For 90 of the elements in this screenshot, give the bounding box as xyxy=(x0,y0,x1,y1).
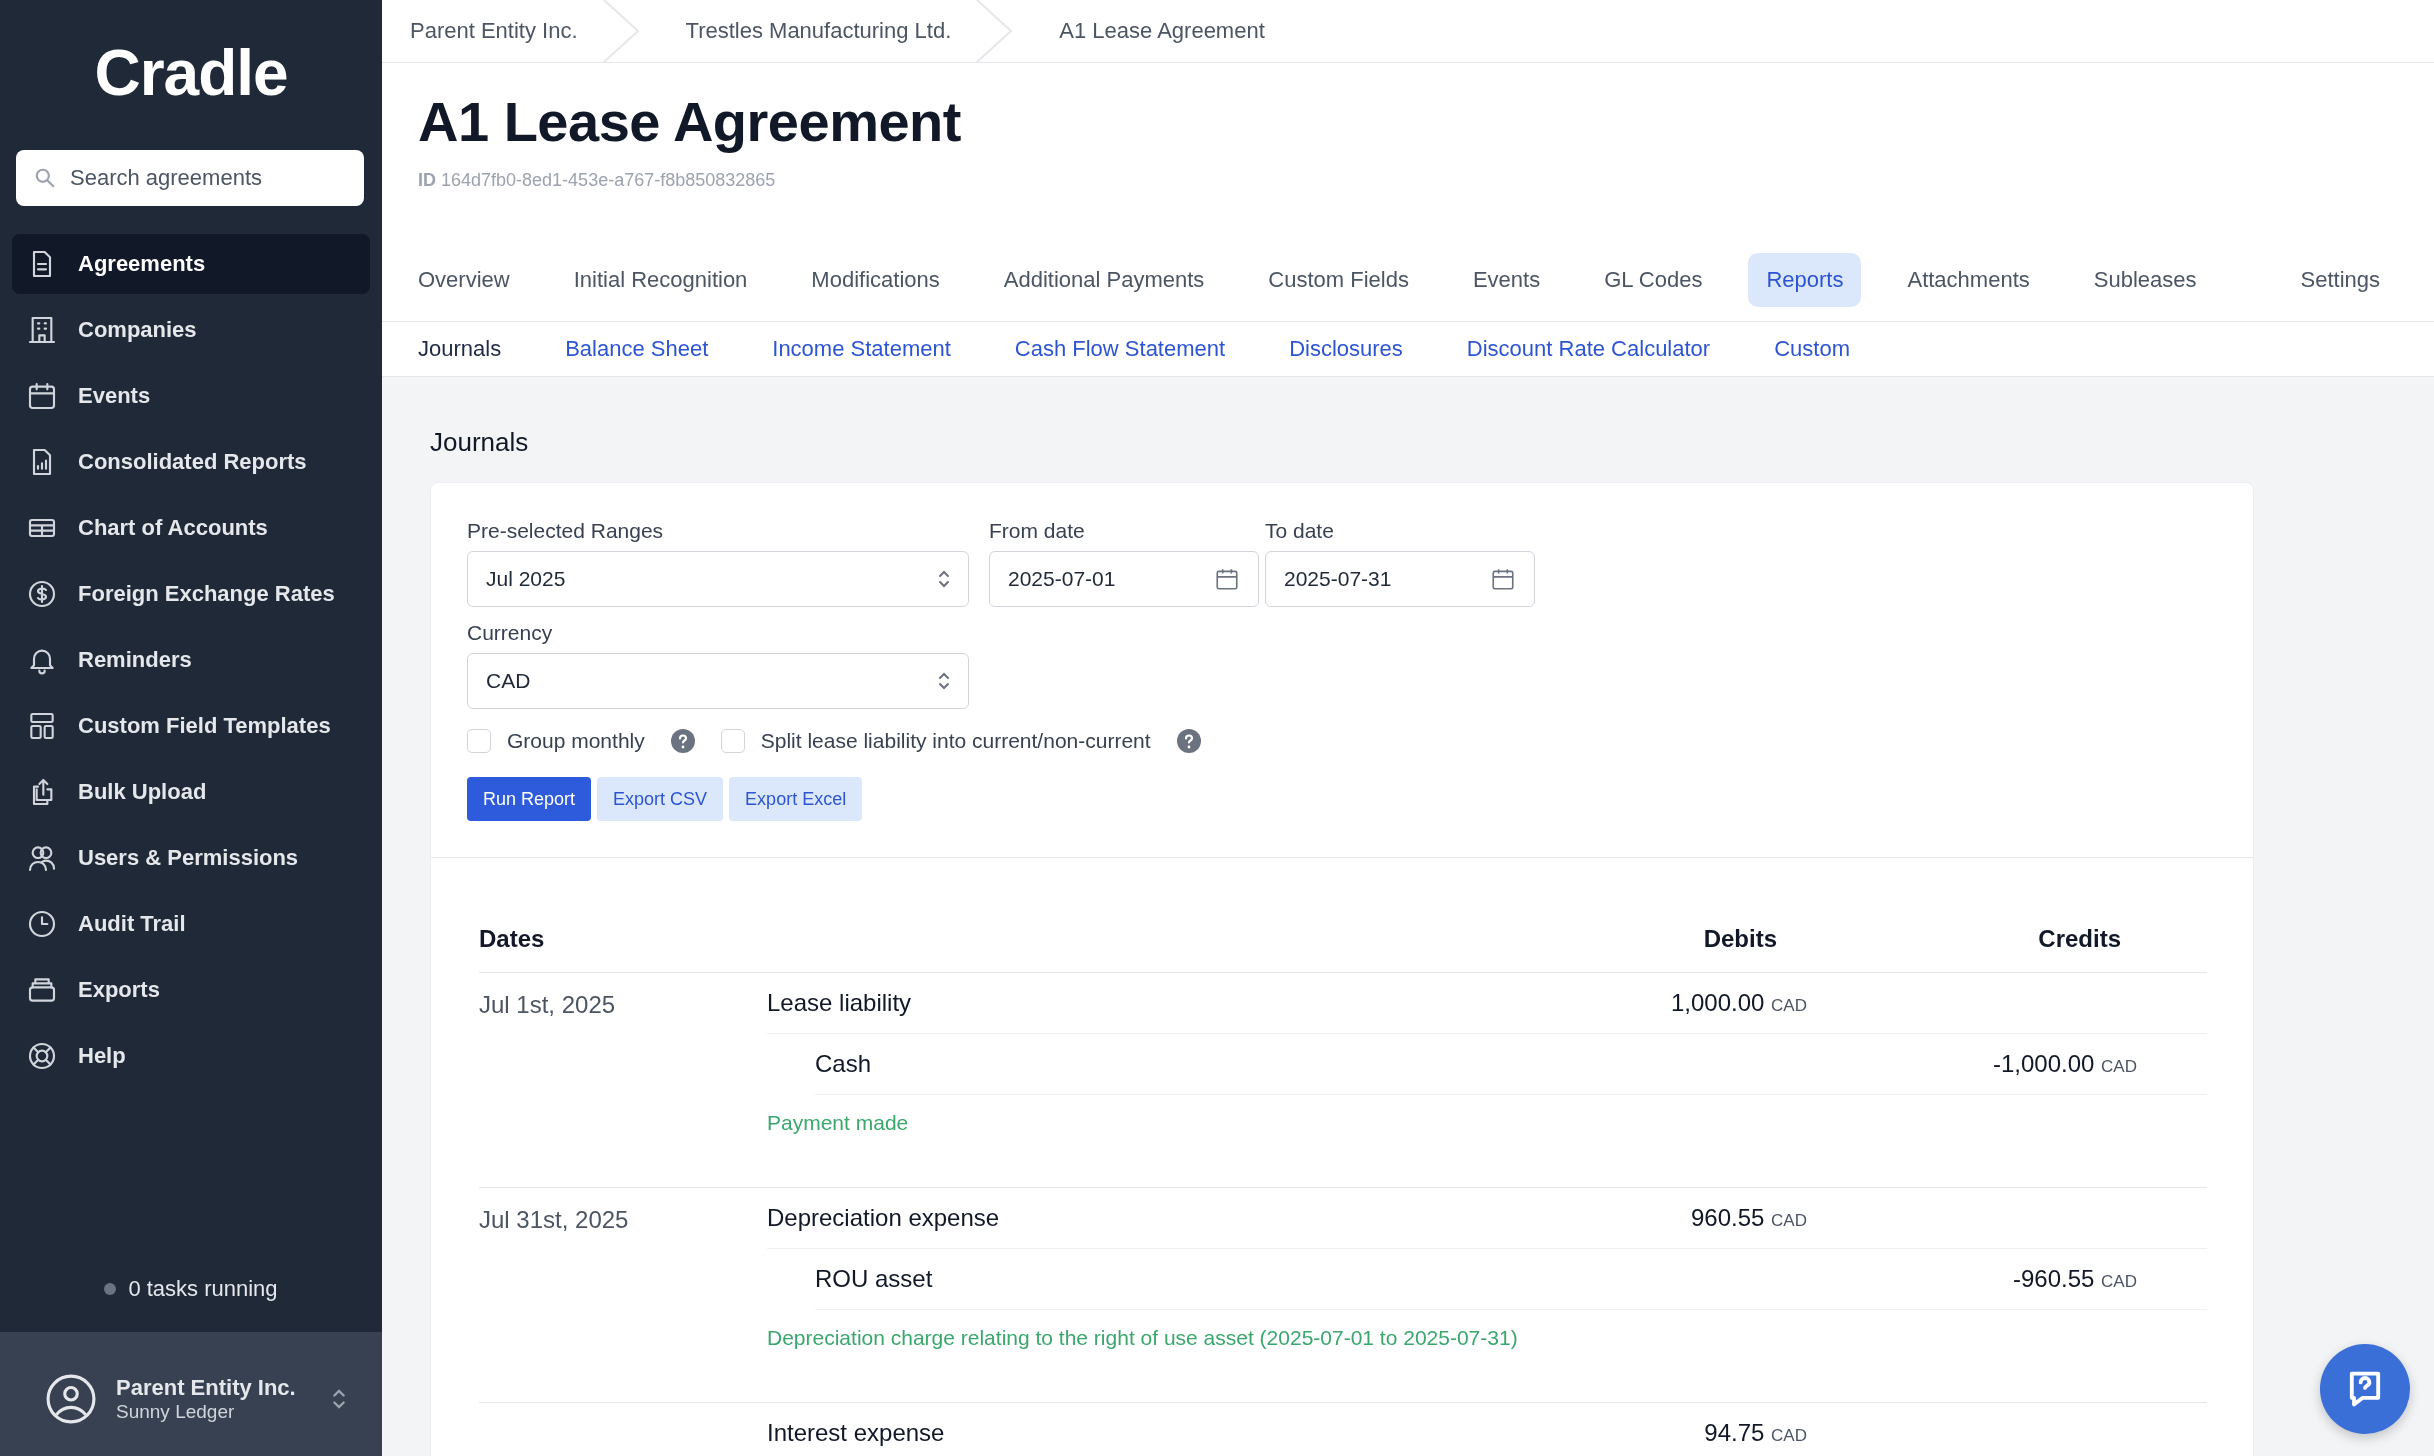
help-icon[interactable] xyxy=(670,729,695,753)
column-header: Debits xyxy=(1702,925,1778,953)
account-name-cell-text: Cash xyxy=(815,1050,873,1078)
debit-amount: 960.55 CAD xyxy=(1691,1204,1807,1231)
sidebar-item[interactable]: Bulk Upload xyxy=(12,762,370,822)
sidebar-item[interactable]: Custom Field Templates xyxy=(12,696,370,756)
up-down-icon xyxy=(938,569,950,589)
search-icon xyxy=(34,167,56,189)
tab[interactable]: Initial Recognition xyxy=(555,253,766,307)
help-icon[interactable] xyxy=(1176,729,1201,753)
tasks-status: 0 tasks running xyxy=(128,1276,278,1302)
clock-icon xyxy=(26,908,58,940)
account-name-cell-text: Interest expense xyxy=(767,1419,946,1447)
field-label: To date xyxy=(1265,519,1335,543)
calendar-icon xyxy=(26,380,58,412)
dollar-icon xyxy=(26,578,58,610)
sidebar-item[interactable]: Consolidated Reports xyxy=(12,432,370,492)
tab[interactable]: GL Codes xyxy=(1586,253,1721,307)
tab[interactable]: Additional Payments xyxy=(985,253,1223,307)
agreement-id: ID 164d7fb0-8ed1-453e-a767-f8b850832865 xyxy=(418,170,777,191)
sidebar-item[interactable]: Foreign Exchange Rates xyxy=(12,564,370,624)
calendar-icon xyxy=(1490,566,1516,592)
credit-amount: -960.55 CAD xyxy=(2013,1265,2137,1292)
sidebar-item[interactable]: Reminders xyxy=(12,630,370,690)
report-tab[interactable]: Income Statement xyxy=(754,336,969,362)
sidebar-item[interactable]: Audit Trail xyxy=(12,894,370,954)
tab[interactable]: Events xyxy=(1454,253,1559,307)
sidebar-item[interactable]: Users & Permissions xyxy=(12,828,370,888)
account-switcher[interactable]: Parent Entity Inc. Sunny Ledger xyxy=(0,1332,382,1456)
status-dot-icon xyxy=(104,1283,117,1295)
search-field[interactable]: Search agreements xyxy=(16,150,364,206)
calendar-icon xyxy=(1214,566,1240,592)
report-tab[interactable]: Balance Sheet xyxy=(547,336,727,362)
account-name-cell-text: ROU asset xyxy=(815,1265,934,1293)
credit-amount: -1,000.00 CAD xyxy=(1993,1050,2137,1077)
checkbox[interactable] xyxy=(720,729,745,753)
lifebuoy-icon xyxy=(26,1040,58,1072)
currency-select[interactable]: CAD xyxy=(467,653,969,709)
sidebar-item[interactable]: Events xyxy=(12,366,370,426)
column-header: Credits xyxy=(2037,925,2122,953)
checkbox-label: Group monthly xyxy=(507,729,645,753)
tab[interactable]: Reports xyxy=(1748,253,1862,307)
breadcrumb-link[interactable]: Trestles Manufacturing Ltd. xyxy=(685,18,952,44)
checkbox-label: Split lease liability into current/non-current xyxy=(760,729,1151,753)
range-select[interactable]: Jul 2025 xyxy=(467,551,969,607)
section-title: Journals xyxy=(430,427,530,458)
account-name-cell-text: Lease liability xyxy=(767,989,913,1017)
sidebar-item[interactable]: Chart of Accounts xyxy=(12,498,370,558)
tab[interactable]: Settings xyxy=(2282,253,2398,307)
account-name: Parent Entity Inc. xyxy=(116,1375,296,1401)
date-field[interactable]: 2025-07-01 xyxy=(989,551,1259,607)
run-report-button[interactable]: Run Report xyxy=(467,777,592,821)
export-button[interactable]: Export CSV xyxy=(597,777,724,821)
tab[interactable]: Modifications xyxy=(793,253,958,307)
field-label: Pre-selected Ranges xyxy=(467,519,665,543)
report-tab[interactable]: Discount Rate Calculator xyxy=(1448,336,1729,362)
report-tab[interactable]: Custom xyxy=(1756,336,1868,362)
checkbox[interactable] xyxy=(467,729,491,753)
tab[interactable]: Subleases xyxy=(2075,253,2215,307)
column-header: Dates xyxy=(479,925,546,953)
report-tab[interactable]: Cash Flow Statement xyxy=(996,336,1244,362)
date-field[interactable]: 2025-07-31 xyxy=(1265,551,1535,607)
building-icon xyxy=(26,314,58,346)
field-label: From date xyxy=(989,519,1086,543)
debit-amount: 1,000.00 CAD xyxy=(1671,989,1807,1016)
debit-amount: 94.75 CAD xyxy=(1704,1419,1807,1446)
breadcrumb-link[interactable]: A1 Lease Agreement xyxy=(1059,18,1265,44)
cradle-logo: Cradle xyxy=(94,36,288,110)
tab[interactable]: Custom Fields xyxy=(1250,253,1427,307)
account-name-cell-text: Depreciation expense xyxy=(767,1204,1001,1232)
export-button[interactable]: Export Excel xyxy=(729,777,863,821)
report-tab[interactable]: Journals xyxy=(400,336,520,362)
sidebar-item[interactable]: Help xyxy=(12,1026,370,1086)
entry-description: Payment made xyxy=(767,1111,909,1134)
account-subtitle: Sunny Ledger xyxy=(116,1401,236,1423)
sidebar-item[interactable]: Exports xyxy=(12,960,370,1020)
sidebar-item[interactable]: Agreements xyxy=(12,234,370,294)
tab[interactable]: Overview xyxy=(400,253,528,307)
entry-description: Depreciation charge relating to the right of use asset (2025-07-01 to 2025-07-31) xyxy=(767,1326,1518,1349)
field-label: Currency xyxy=(467,621,554,645)
sidebar-item[interactable]: Companies xyxy=(12,300,370,360)
entry-date: Jul 1st, 2025 xyxy=(479,991,616,1018)
entry-date: Jul 31st, 2025 xyxy=(479,1206,629,1233)
tab[interactable]: Attachments xyxy=(1889,253,2048,307)
up-down-icon xyxy=(938,671,950,691)
report-tab[interactable]: Disclosures xyxy=(1271,336,1421,362)
breadcrumb-link[interactable]: Parent Entity Inc. xyxy=(410,18,578,44)
user-avatar-icon xyxy=(46,1374,96,1424)
up-down-icon xyxy=(331,1387,346,1411)
page-title: A1 Lease Agreement xyxy=(418,89,962,154)
